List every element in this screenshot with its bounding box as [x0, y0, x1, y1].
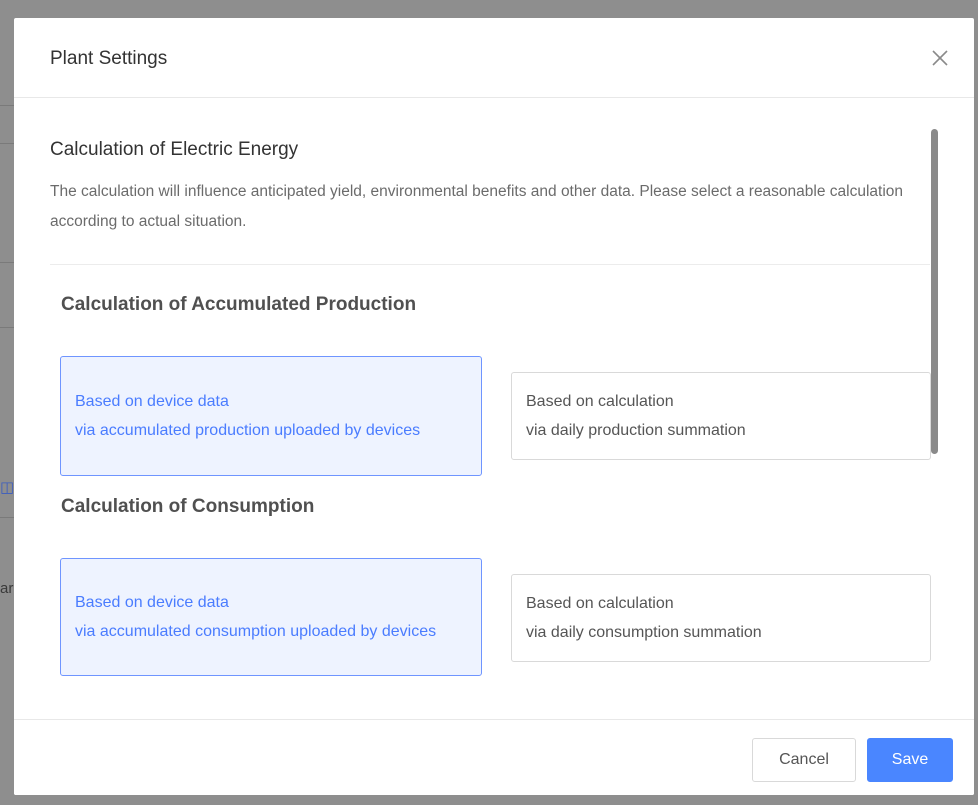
consumption-option-calculation[interactable]: Based on calculation via daily consumpti… [511, 574, 931, 662]
option-line1: Based on calculation [526, 393, 674, 410]
modal-title: Plant Settings [50, 48, 168, 69]
option-line2: via daily consumption summation [526, 624, 762, 641]
close-button[interactable] [928, 46, 952, 70]
consumption-title: Calculation of Consumption [61, 496, 315, 517]
section-divider [50, 264, 930, 265]
accumulated-production-title: Calculation of Accumulated Production [61, 294, 417, 315]
option-line2: via daily production summation [526, 422, 746, 439]
option-line2: via accumulated consumption uploaded by … [75, 623, 437, 640]
cancel-button[interactable]: Cancel [752, 738, 856, 782]
scrollbar-thumb[interactable] [931, 129, 938, 454]
option-line2: via accumulated production uploaded by d… [75, 422, 421, 439]
modal-header: Plant Settings [14, 18, 974, 98]
section-description: The calculation will influence anticipat… [50, 183, 904, 230]
consumption-option-device-data[interactable]: Based on device data via accumulated con… [60, 558, 482, 676]
option-line1: Based on device data [75, 393, 229, 410]
section-title: Calculation of Electric Energy [50, 139, 299, 160]
production-option-device-data[interactable]: Based on device data via accumulated pro… [60, 356, 482, 476]
modal-footer: Cancel Save [14, 719, 974, 795]
option-line1: Based on calculation [526, 595, 674, 612]
close-icon [932, 50, 948, 66]
option-line1: Based on device data [75, 594, 229, 611]
production-option-calculation[interactable]: Based on calculation via daily productio… [511, 372, 931, 460]
plant-settings-modal: Plant Settings Calculation of Electric E… [14, 18, 974, 795]
save-button[interactable]: Save [867, 738, 953, 782]
modal-body: Calculation of Electric Energy The calcu… [14, 99, 974, 719]
